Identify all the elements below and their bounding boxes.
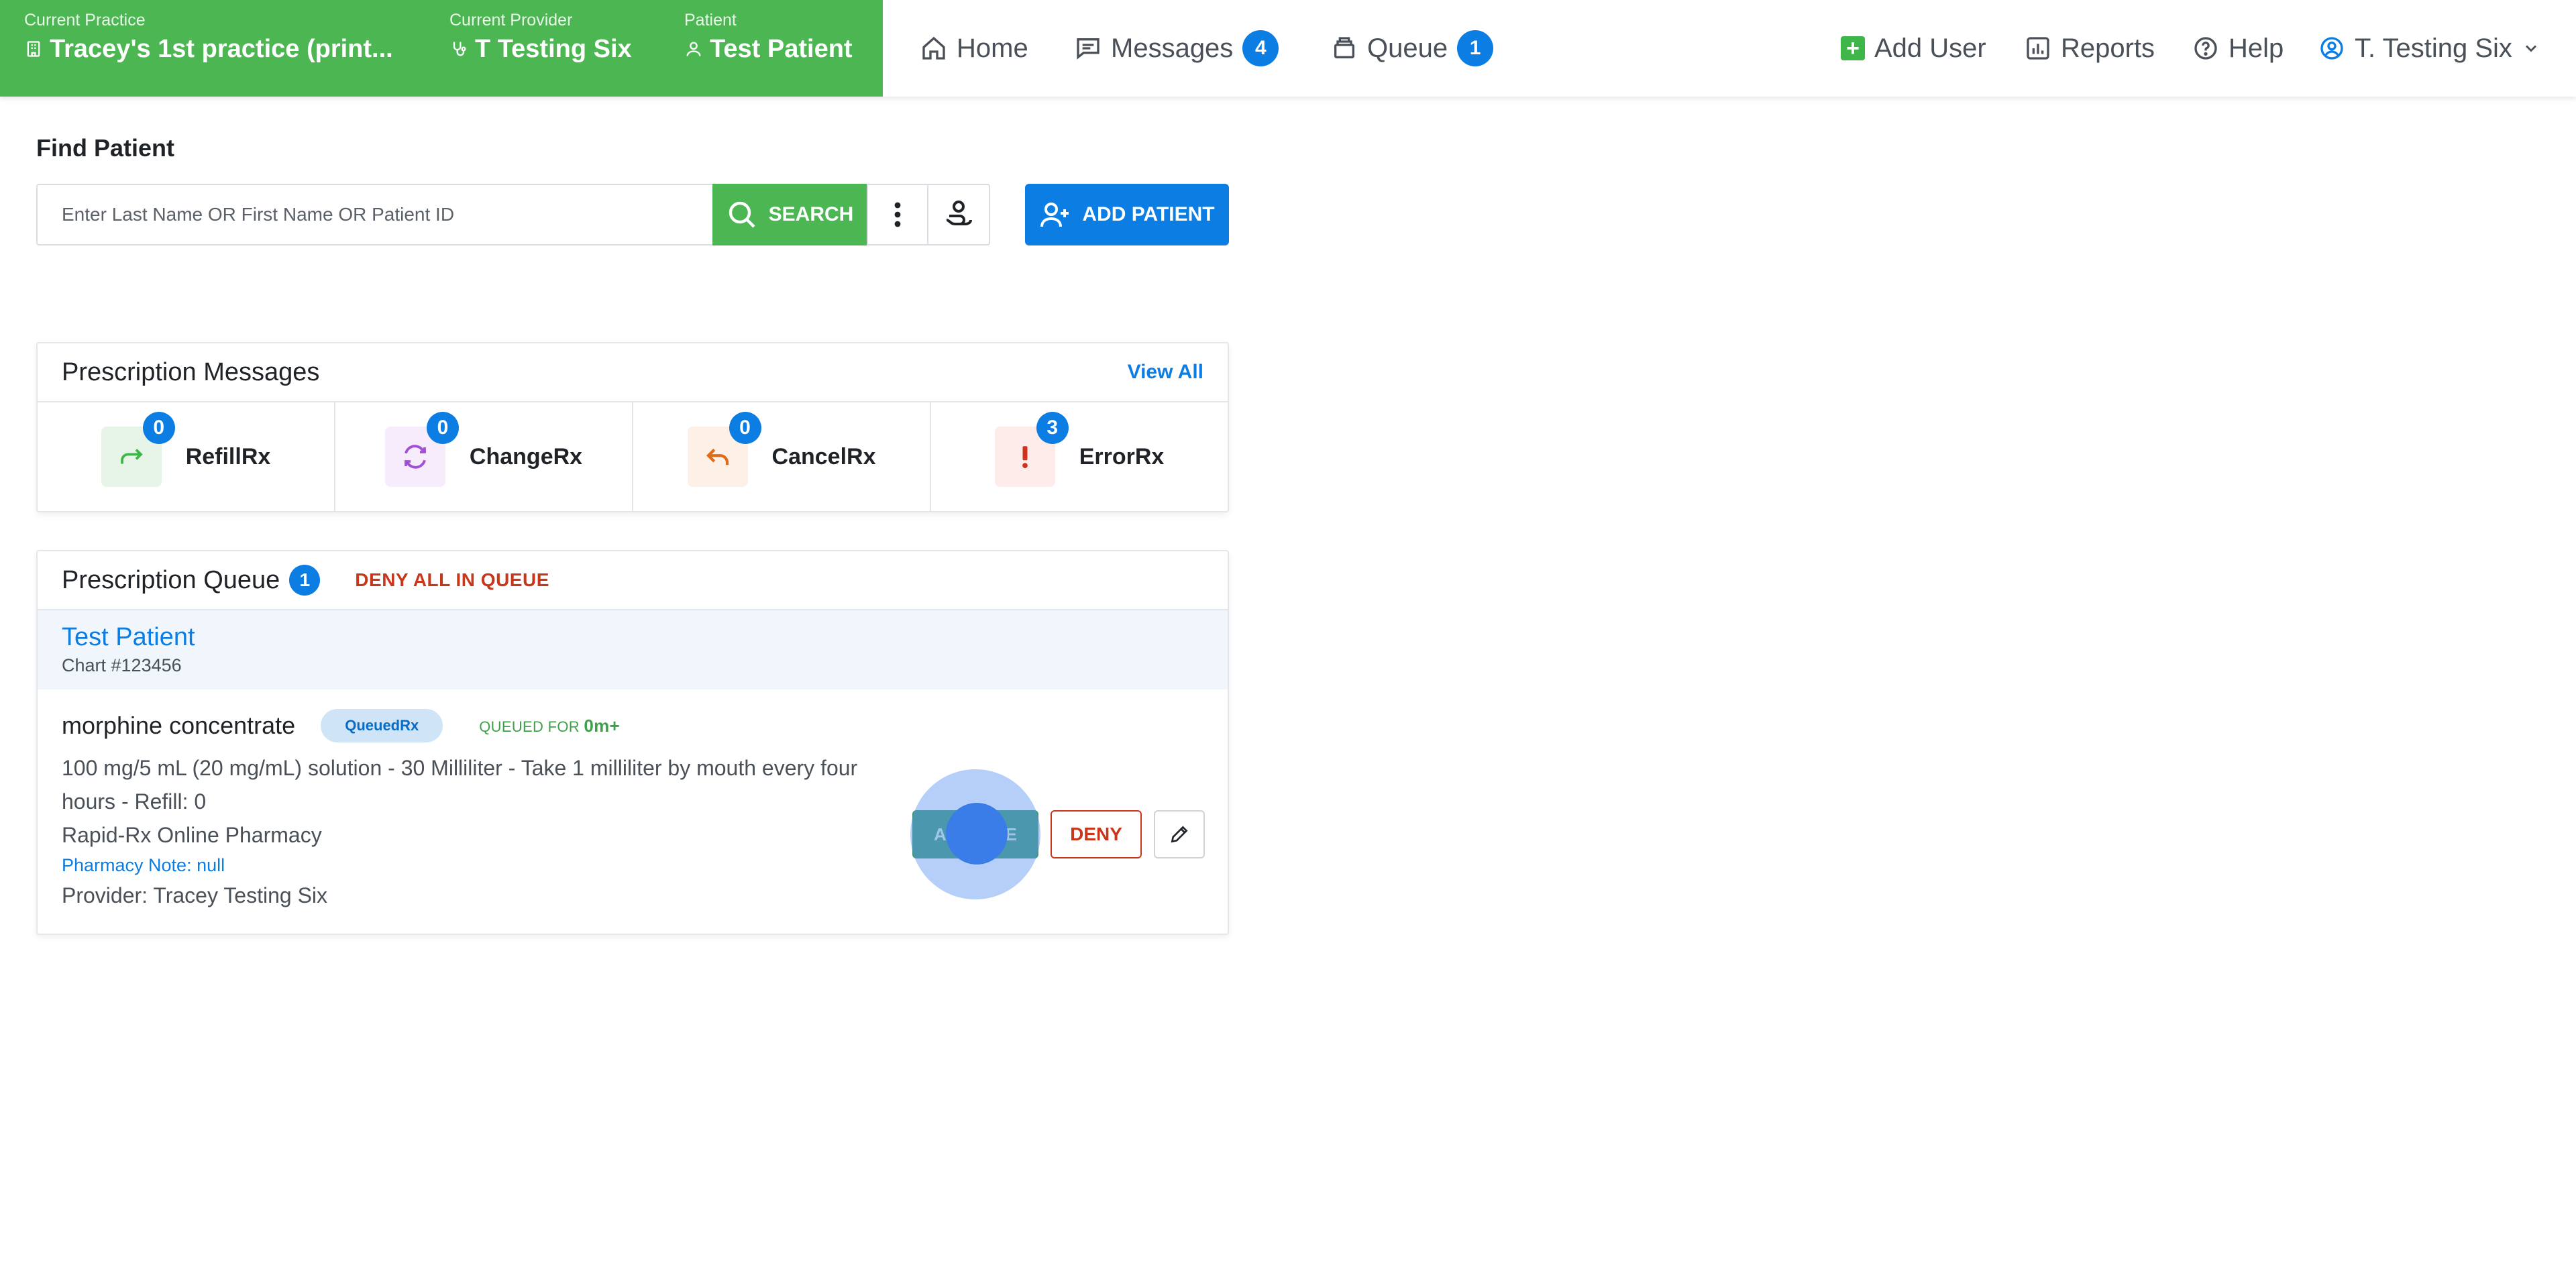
queue-count-badge: 1 — [1457, 30, 1494, 66]
top-navigation-bar: Current Practice Tracey's 1st practice (… — [0, 0, 2576, 97]
refillrx-label: RefillRx — [185, 443, 271, 469]
help-circle-icon — [2194, 37, 2217, 60]
help-link[interactable]: Help — [2192, 27, 2284, 70]
nav-messages[interactable]: Messages 4 — [1075, 27, 1279, 70]
queue-patient-name-link[interactable]: Test Patient — [62, 621, 1203, 653]
prescription-queue-title: Prescription Queue — [62, 565, 280, 594]
chat-bubble-icon — [1077, 38, 1099, 60]
current-patient-label: Patient — [684, 11, 737, 30]
help-label: Help — [2229, 33, 2284, 63]
errorrx-count-badge: 3 — [1036, 412, 1069, 444]
plus-square-icon: + — [1841, 36, 1865, 60]
view-all-link[interactable]: View All — [1128, 361, 1203, 384]
rx-sig-detail: 100 mg/5 mL (20 mg/mL) solution - 30 Mil… — [62, 756, 858, 814]
reports-label: Reports — [2061, 33, 2155, 63]
current-practice-value: Tracey's 1st practice (print... — [50, 35, 393, 63]
vertical-dots-icon — [894, 202, 901, 227]
current-patient[interactable]: Patient Test Patient — [684, 9, 853, 67]
cancelrx-label: CancelRx — [771, 443, 876, 469]
chevron-down-icon — [2525, 45, 2536, 52]
refillrx-tile[interactable]: 0 RefillRx — [38, 402, 334, 511]
rx-pharmacy: Rapid-Rx Online Pharmacy — [62, 823, 322, 847]
queued-for-label: QUEUED FOR — [479, 718, 580, 735]
nav-messages-label: Messages — [1111, 33, 1234, 63]
rx-drug-name: morphine concentrate — [62, 712, 296, 739]
add-patient-label: ADD PATIENT — [1082, 203, 1215, 225]
context-bar: Current Practice Tracey's 1st practice (… — [0, 0, 883, 97]
stethoscope-icon — [453, 42, 466, 56]
deny-button[interactable]: DENY — [1051, 810, 1142, 858]
add-user-button[interactable]: + Add User — [1841, 27, 1986, 70]
exclamation-icon: 3 — [994, 412, 1069, 487]
patient-lookup-button[interactable] — [928, 184, 990, 245]
changerx-label: ChangeRx — [469, 443, 583, 469]
undo-arrow-icon: 0 — [687, 412, 761, 487]
queue-patient-chart-number: Chart #123456 — [62, 655, 182, 675]
find-patient-heading: Find Patient — [36, 134, 174, 162]
rx-provider: Provider: Tracey Testing Six — [62, 883, 328, 907]
current-practice-label: Current Practice — [24, 11, 146, 30]
user-circle-icon — [2320, 37, 2343, 60]
queue-patient-header: Test Patient Chart #123456 — [38, 610, 1228, 689]
patient-search-bar: SEARCH — [36, 184, 990, 245]
prescription-messages-title: Prescription Messages — [62, 357, 320, 386]
current-patient-value: Test Patient — [710, 35, 853, 63]
search-icon — [729, 201, 755, 228]
add-person-icon — [1040, 203, 1069, 227]
queued-for-value: 0m+ — [584, 715, 621, 736]
refill-arrow-icon: 0 — [101, 412, 175, 487]
click-ripple-center — [946, 803, 1008, 865]
nav-home-label: Home — [957, 33, 1028, 63]
bar-chart-icon — [2027, 37, 2049, 60]
approve-label-start: A — [934, 824, 947, 844]
user-menu-label: T. Testing Six — [2355, 33, 2512, 63]
changerx-tile[interactable]: 0 ChangeRx — [334, 402, 632, 511]
click-ripple-indicator — [910, 769, 1040, 899]
refillrx-count-badge: 0 — [142, 412, 175, 444]
user-menu[interactable]: T. Testing Six — [2318, 27, 2540, 70]
messages-count-badge: 4 — [1242, 30, 1279, 66]
approve-button[interactable]: A E — [910, 769, 1040, 899]
nav-home[interactable]: Home — [920, 27, 1028, 70]
queue-tray-icon — [1334, 37, 1354, 58]
add-user-label: Add User — [1874, 33, 1986, 63]
prescription-queue-card: Prescription Queue 1 DENY ALL IN QUEUE T… — [36, 550, 1229, 935]
cancelrx-count-badge: 0 — [729, 412, 761, 444]
current-provider[interactable]: Current Provider T Testing Six — [449, 9, 632, 67]
approve-label-end: E — [1005, 824, 1017, 844]
more-options-button[interactable] — [867, 184, 928, 245]
nav-queue[interactable]: Queue 1 — [1331, 27, 1494, 70]
errorrx-tile[interactable]: 3 ErrorRx — [930, 402, 1228, 511]
home-icon — [922, 36, 945, 60]
changerx-count-badge: 0 — [426, 412, 459, 444]
current-provider-label: Current Provider — [449, 11, 573, 30]
cancelrx-tile[interactable]: 0 CancelRx — [632, 402, 930, 511]
current-practice[interactable]: Current Practice Tracey's 1st practice (… — [24, 9, 393, 67]
queuedrx-status-pill: QueuedRx — [321, 709, 443, 742]
person-hand-icon — [946, 201, 972, 225]
nav-queue-label: Queue — [1367, 33, 1448, 63]
deny-all-button[interactable]: DENY ALL IN QUEUE — [355, 569, 549, 591]
reports-link[interactable]: Reports — [2025, 27, 2155, 70]
queue-card-count-badge: 1 — [289, 565, 321, 596]
patient-search-input[interactable] — [36, 184, 712, 245]
add-patient-button[interactable]: ADD PATIENT — [1025, 184, 1229, 245]
current-provider-value: T Testing Six — [475, 35, 632, 63]
search-button-label: SEARCH — [768, 203, 854, 225]
person-icon — [686, 42, 701, 56]
errorrx-label: ErrorRx — [1079, 443, 1165, 469]
pencil-icon — [1171, 826, 1188, 843]
change-cycle-icon: 0 — [384, 412, 459, 487]
queued-for-duration: QUEUED FOR 0m+ — [479, 716, 620, 736]
building-icon — [27, 41, 40, 57]
search-button[interactable]: SEARCH — [712, 184, 867, 245]
edit-prescription-button[interactable] — [1154, 810, 1205, 858]
prescription-messages-card: Prescription Messages View All 0 RefillR… — [36, 342, 1229, 512]
queued-prescription-item: morphine concentrate QueuedRx QUEUED FOR… — [38, 689, 1228, 934]
